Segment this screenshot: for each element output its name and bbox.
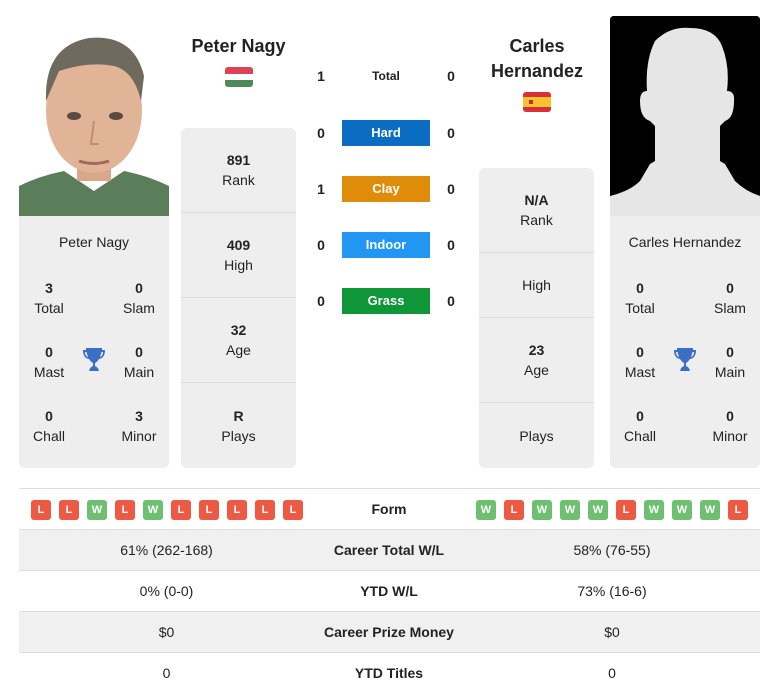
player-right-photo	[610, 16, 760, 216]
form-loss-badge[interactable]: L	[171, 500, 191, 520]
form-win-badge[interactable]: W	[644, 500, 664, 520]
trophy-icon	[673, 347, 697, 373]
player-left-stats: 891 Rank 409 High 32 Age R Plays	[181, 128, 296, 468]
player-right-name[interactable]: Carles Hernandez	[478, 34, 596, 84]
form-loss-badge[interactable]: L	[227, 500, 247, 520]
surface-clay-badge[interactable]: Clay	[342, 176, 430, 202]
titles-total: 3 Total	[34, 280, 64, 316]
player-right-form: WLWWWLWWWL	[476, 500, 748, 520]
stat-rank: N/A Rank	[479, 168, 594, 253]
titles-minor: 0 Minor	[712, 408, 748, 444]
table-row: $0 Career Prize Money $0	[19, 611, 760, 652]
form-loss-badge[interactable]: L	[31, 500, 51, 520]
form-loss-badge[interactable]: L	[255, 500, 275, 520]
form-win-badge[interactable]: W	[143, 500, 163, 520]
titles-main: 0 Main	[714, 344, 746, 380]
form-win-badge[interactable]: W	[476, 500, 496, 520]
player-left-name[interactable]: Peter Nagy	[181, 34, 296, 58]
form-win-badge[interactable]: W	[87, 500, 107, 520]
stat-plays: Plays	[519, 427, 554, 444]
stat-age: 32 Age	[181, 298, 296, 383]
form-win-badge[interactable]: W	[672, 500, 692, 520]
titles-mast: 0 Mast	[624, 344, 656, 380]
form-loss-badge[interactable]: L	[728, 500, 748, 520]
form-row: LLWLWLLLLL Form WLWWWLWWWL	[19, 488, 760, 529]
titles-mast: 0 Mast	[33, 344, 65, 380]
player-right-card-name[interactable]: Carles Hernandez	[610, 234, 760, 250]
form-win-badge[interactable]: W	[532, 500, 552, 520]
comparison-table: LLWLWLLLLL Form WLWWWLWWWL 61% (262-168)…	[19, 488, 760, 693]
surface-hard-badge[interactable]: Hard	[342, 120, 430, 146]
h2h-total-label: Total	[372, 69, 400, 83]
form-loss-badge[interactable]: L	[616, 500, 636, 520]
player-right-titles-card: Carles Hernandez 0 Total 0 Slam 0 Mast 0…	[610, 216, 760, 468]
titles-minor: 3 Minor	[121, 408, 157, 444]
player-left-photo	[19, 16, 169, 216]
titles-main: 0 Main	[123, 344, 155, 380]
stat-rank: 891 Rank	[181, 128, 296, 213]
h2h-hard-row: 0 Hard 0	[310, 120, 470, 146]
table-row: 0 YTD Titles 0	[19, 652, 760, 693]
table-row: 61% (262-168) Career Total W/L 58% (76-5…	[19, 529, 760, 570]
form-loss-badge[interactable]: L	[504, 500, 524, 520]
player-left-card-name[interactable]: Peter Nagy	[19, 234, 169, 250]
stat-high: 409 High	[181, 213, 296, 298]
surface-indoor-badge[interactable]: Indoor	[342, 232, 430, 258]
form-loss-badge[interactable]: L	[115, 500, 135, 520]
form-win-badge[interactable]: W	[700, 500, 720, 520]
player-right-stats: N/A Rank High 23 Age Plays	[479, 168, 594, 468]
form-win-badge[interactable]: W	[588, 500, 608, 520]
form-loss-badge[interactable]: L	[199, 500, 219, 520]
titles-chall: 0 Chall	[33, 408, 65, 444]
form-loss-badge[interactable]: L	[283, 500, 303, 520]
h2h-total-row: 1 Total 0	[310, 63, 470, 89]
stat-high: High	[479, 253, 594, 318]
titles-total: 0 Total	[625, 280, 655, 316]
spain-flag-icon	[523, 92, 551, 112]
h2h-indoor-row: 0 Indoor 0	[310, 232, 470, 258]
form-label: Form	[371, 501, 407, 517]
trophy-icon	[82, 347, 106, 373]
form-win-badge[interactable]: W	[560, 500, 580, 520]
table-row: 0% (0-0) YTD W/L 73% (16-6)	[19, 570, 760, 611]
h2h-clay-row: 1 Clay 0	[310, 176, 470, 202]
titles-slam: 0 Slam	[714, 280, 746, 316]
hungary-flag-icon	[225, 67, 253, 87]
surface-grass-badge[interactable]: Grass	[342, 288, 430, 314]
stat-plays: R Plays	[221, 407, 256, 444]
titles-slam: 0 Slam	[123, 280, 155, 316]
player-left-titles-card: Peter Nagy 3 Total 0 Slam 0 Mast 0 Main …	[19, 216, 169, 468]
titles-chall: 0 Chall	[624, 408, 656, 444]
h2h-grass-row: 0 Grass 0	[310, 288, 470, 314]
stat-age: 23 Age	[479, 318, 594, 403]
player-left-form: LLWLWLLLLL	[31, 500, 303, 520]
form-loss-badge[interactable]: L	[59, 500, 79, 520]
